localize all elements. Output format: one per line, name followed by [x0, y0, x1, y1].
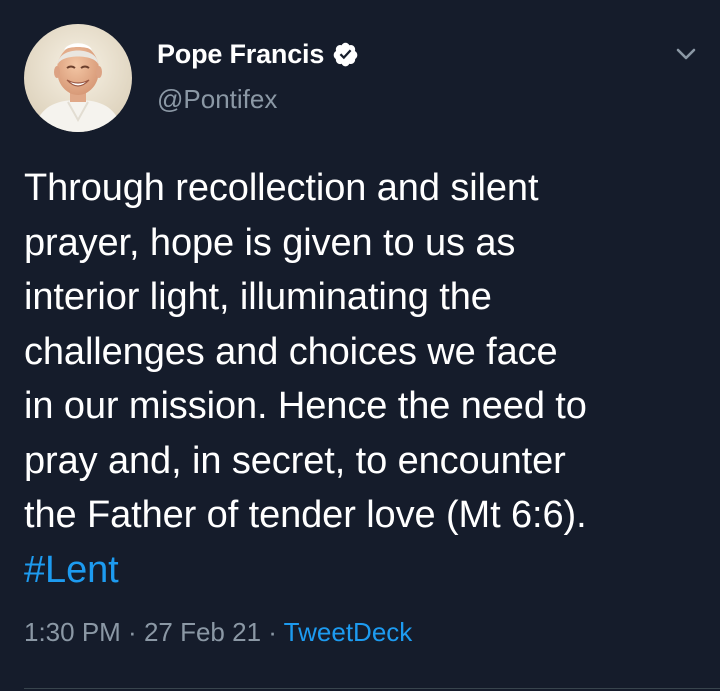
- divider: [24, 688, 720, 689]
- display-name-row: Pope Francis: [157, 34, 359, 74]
- tweet-text-line: pray and, in secret, to encounter: [24, 439, 566, 482]
- tweet-text-line: the Father of tender love (Mt 6:6).: [24, 494, 587, 536]
- tweet-date[interactable]: 27 Feb 21: [144, 617, 261, 647]
- verified-badge-icon: [333, 42, 358, 66]
- tweet-text: Through recollection and silent prayer, …: [24, 161, 704, 597]
- user-handle[interactable]: @Pontifex: [157, 84, 277, 115]
- tweet-text-line: Through recollection and silent: [24, 167, 539, 209]
- meta-separator: ·: [261, 617, 284, 647]
- chevron-down-icon[interactable]: [672, 42, 700, 66]
- tweet-text-line: interior light, illuminating the: [24, 276, 492, 318]
- tweet-text-line: challenges and choices we face: [24, 330, 558, 373]
- display-name[interactable]: Pope Francis: [157, 39, 324, 70]
- tweet-time[interactable]: 1:30 PM: [24, 617, 121, 647]
- meta-separator: ·: [120, 617, 144, 647]
- tweet-text-line: in our mission. Hence the need to: [24, 385, 587, 427]
- hashtag-link[interactable]: #Lent: [24, 543, 704, 598]
- tweet-meta: 1:30 PM · 27 Feb 21 · TweetDeck: [24, 617, 412, 648]
- tweet-card: Pope Francis @Pontifex Through recollect…: [0, 0, 720, 691]
- tweet-text-line: prayer, hope is given to us as: [24, 221, 516, 264]
- avatar[interactable]: [24, 24, 132, 132]
- tweet-source-link[interactable]: TweetDeck: [284, 617, 413, 647]
- avatar-image: [24, 24, 132, 132]
